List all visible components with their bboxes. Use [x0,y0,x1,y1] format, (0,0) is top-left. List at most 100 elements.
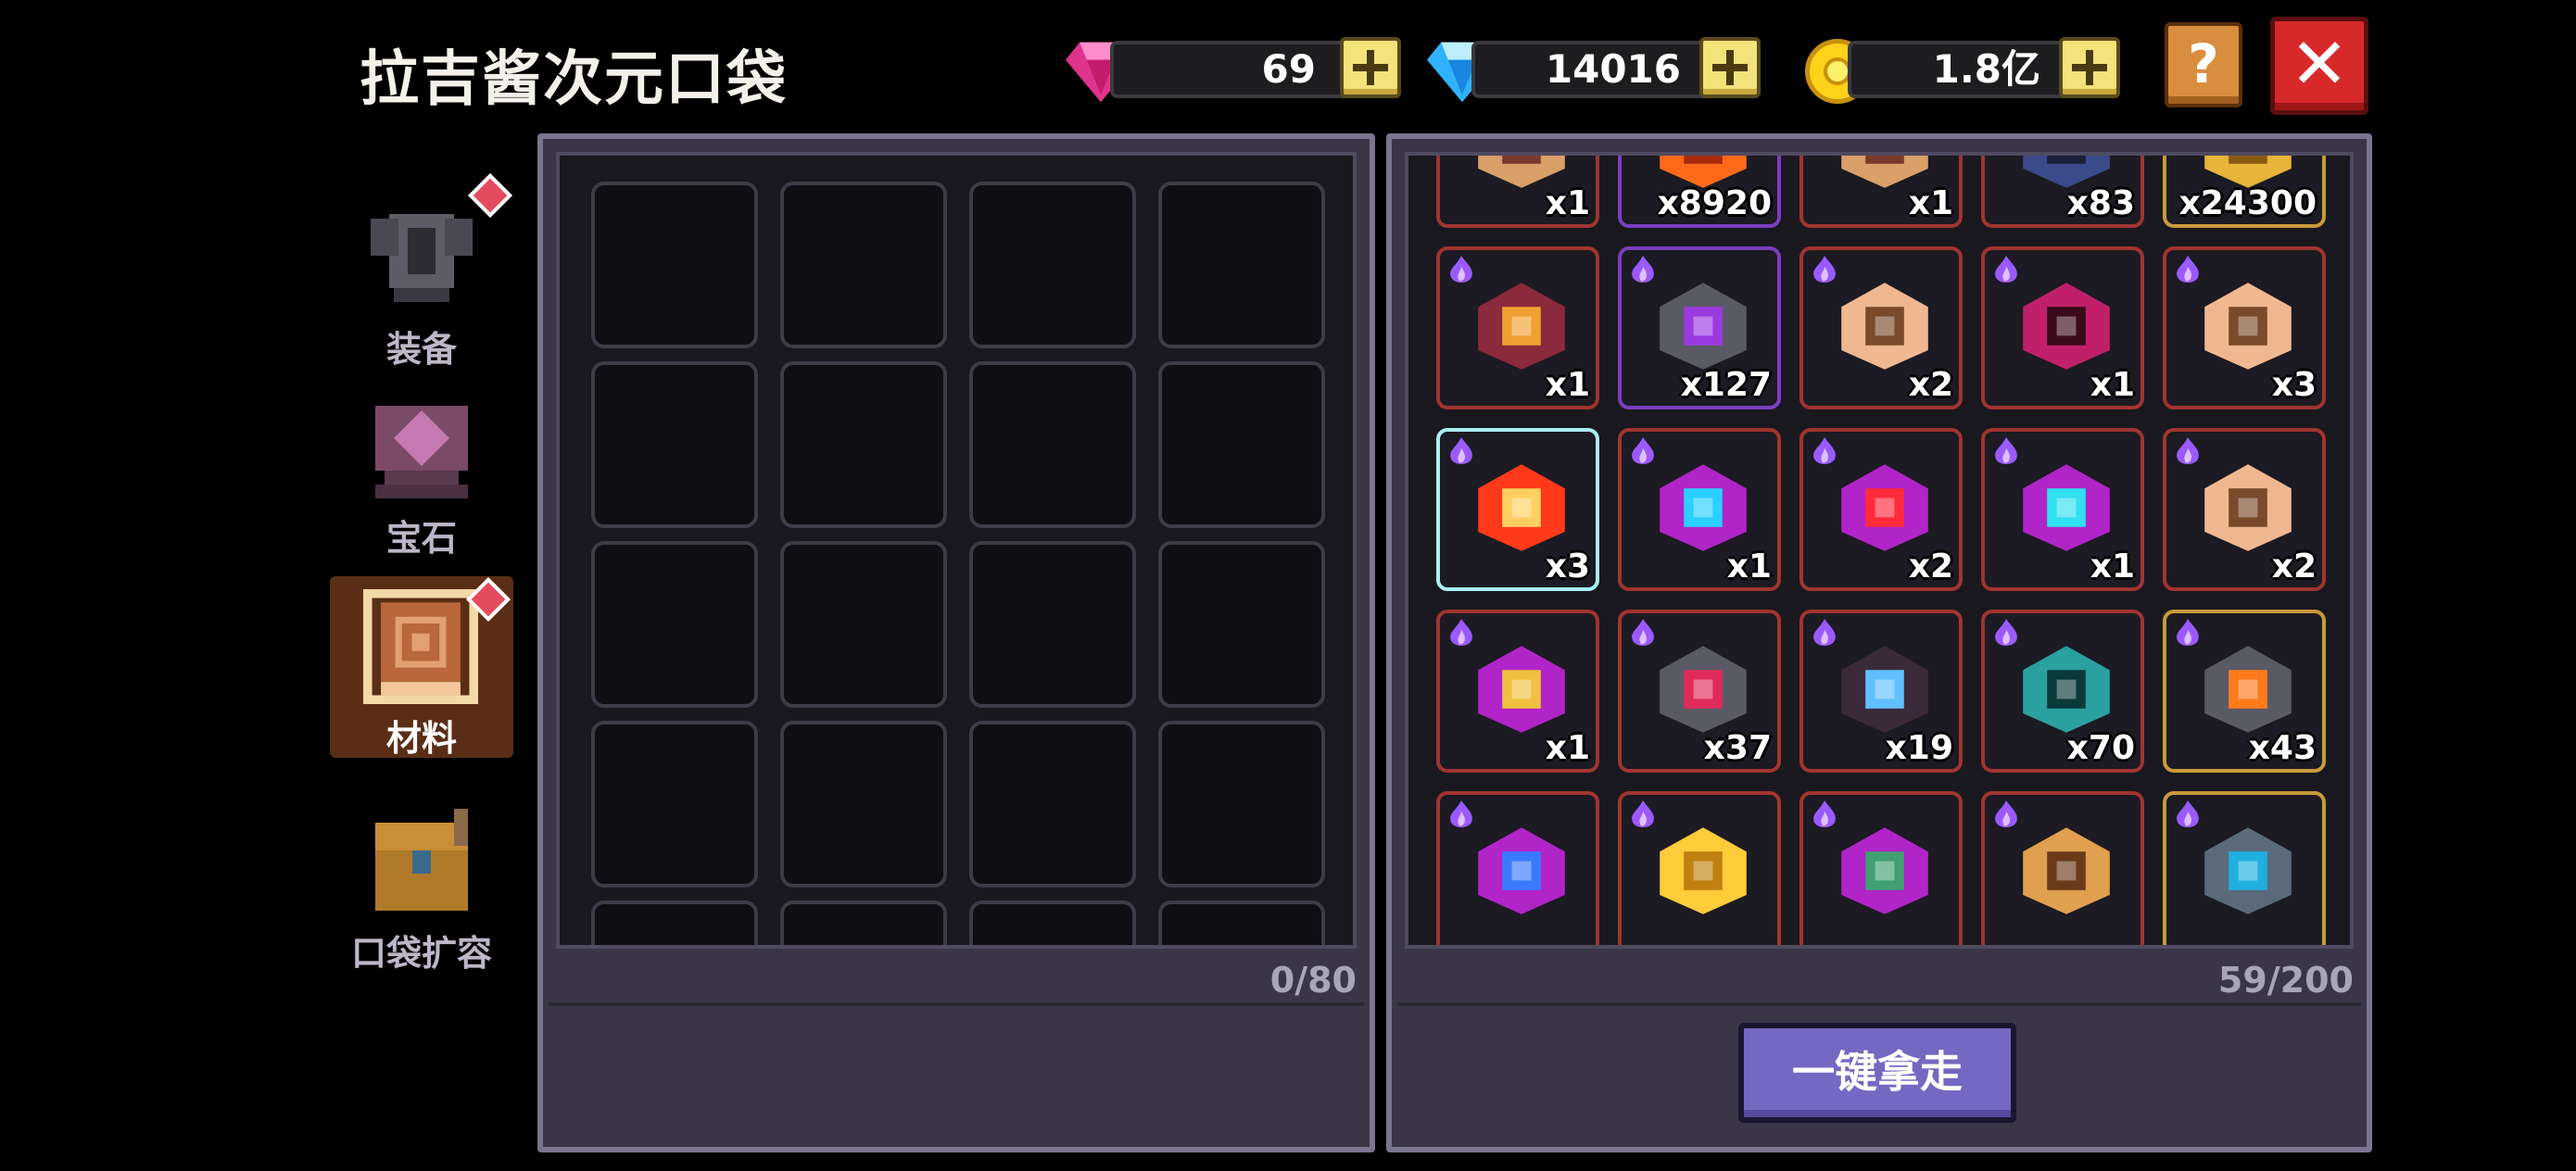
item-quantity: x3 [2271,366,2317,404]
inventory-item[interactable]: x8920 [1618,156,1781,228]
purple-flame-icon [1995,619,2017,647]
inventory-item[interactable]: x37 [1618,610,1781,773]
purple-flame-icon [1995,800,2017,828]
golden-figure-icon [2023,827,2110,914]
empty-slot[interactable] [780,182,947,348]
sidebar-tab-materials[interactable]: 材料 [330,576,513,759]
inventory-item[interactable]: x1 [1618,428,1781,591]
inventory-item[interactable]: x1 [1436,610,1599,773]
inventory-item[interactable]: x1 [1436,246,1599,409]
inventory-item[interactable]: x1 [1799,156,1963,228]
panel-divider [549,1002,1364,1006]
add-diamond-button[interactable] [1699,37,1761,98]
inventory-item[interactable]: x3 [2163,246,2326,409]
item-quantity: x43 [2248,729,2317,767]
help-button[interactable]: ? [2165,22,2242,107]
pocket-title: 拉吉酱次元口袋 [360,45,788,114]
close-button[interactable]: ✕ [2270,17,2368,115]
pocket-capacity: 0/80 [1269,960,1357,1001]
green-rune-cube-icon [1841,827,1928,914]
inventory-item[interactable]: x127 [1618,246,1781,409]
inventory-item[interactable]: x2 [1799,246,1963,409]
pink-gem-value: 69 [1261,46,1316,92]
add-pink-gem-button[interactable] [1340,37,1401,98]
spiral-stone-icon [2204,827,2292,914]
sidebar-tab-equipment[interactable]: 装备 [334,172,513,370]
item-quantity: x2 [1908,548,1953,586]
inventory-item[interactable]: x83 [1981,156,2144,228]
take-all-button[interactable]: 一键拿走 [1738,1023,2016,1123]
item-quantity: x1 [2090,548,2135,586]
item-quantity: x1 [1908,184,1953,222]
empty-slot[interactable] [1158,721,1325,888]
inventory-item[interactable]: x1 [1436,156,1599,228]
cyan-rune-cube-icon [2023,464,2110,551]
empty-slot[interactable] [780,361,947,528]
empty-slot[interactable] [1158,182,1325,348]
purple-flame-icon [1813,437,1836,465]
sidebar-label-gems: 宝石 [385,518,457,559]
empty-slot[interactable] [780,721,947,888]
gold-rune-cube-icon [1478,646,1565,733]
inventory-item[interactable] [1799,791,1963,945]
inventory-item[interactable]: x2 [2163,428,2326,591]
empty-slot[interactable] [969,361,1136,528]
inventory-item[interactable]: x2 [1799,428,1963,591]
item-quantity: x3 [1545,548,1590,586]
inventory-item[interactable]: x3 [1436,428,1599,591]
empty-slot[interactable] [591,721,758,888]
empty-slot[interactable] [969,541,1136,708]
empty-slot[interactable] [591,900,758,945]
storage-capacity: 59/200 [2217,960,2354,1001]
blue-diamond-value: 14016 [1545,46,1681,92]
inventory-item[interactable]: x1 [1981,246,2144,409]
purple-flame-icon [1450,800,1472,828]
inventory-item[interactable] [2163,791,2326,945]
empty-slot[interactable] [1158,900,1325,945]
empty-slot[interactable] [1158,541,1325,708]
blue-rune-cube-icon [1660,464,1747,551]
purple-flame-icon [2177,437,2199,465]
purple-flame-icon [1450,256,1472,283]
empty-slot[interactable] [780,900,947,945]
item-quantity: x37 [1703,729,1772,767]
inventory-item[interactable]: x19 [1799,610,1963,773]
empty-slot[interactable] [591,182,758,348]
empty-slot[interactable] [591,541,758,708]
sidebar-label-equipment: 装备 [385,329,457,370]
sidebar-tab-gems[interactable]: 宝石 [334,387,510,563]
item-quantity: x2 [1908,366,1953,404]
empty-slot[interactable] [969,182,1136,348]
inventory-item[interactable] [1436,791,1599,945]
inventory-item[interactable] [1981,791,2144,945]
inventory-item[interactable]: x1 [1981,428,2144,591]
purple-flame-icon [1632,256,1654,283]
add-coin-button[interactable] [2059,37,2120,98]
shadow-card-icon [1841,646,1928,733]
sidebar-tab-expand[interactable]: 口袋扩容 [334,804,510,980]
material-book-icon [363,589,478,704]
empty-slot[interactable] [1158,361,1325,528]
purple-flame-icon [1450,437,1472,465]
storage-grid: x1 x8920 x1 x83 x24300 x1 x127 x2 x1 x3 x3 x1 x2 x1 x2… [1405,152,2354,949]
item-quantity: x1 [1545,729,1590,767]
purple-flame-icon [1813,619,1836,647]
item-quantity: x24300 [2178,184,2317,222]
item-quantity: x1 [1545,366,1590,404]
empty-slot[interactable] [969,900,1136,945]
inventory-item[interactable] [1618,791,1781,945]
hero-portrait-icon [1841,283,1928,370]
purple-flame-icon [2177,619,2199,647]
item-quantity: x1 [1545,184,1590,222]
empty-slot[interactable] [969,721,1136,888]
inventory-item[interactable]: x43 [2163,610,2326,773]
purple-flame-icon [1632,437,1654,465]
purple-flame-icon [1813,800,1836,828]
inventory-item[interactable]: x24300 [2163,156,2326,228]
item-quantity: x8920 [1657,184,1772,222]
mystery-cube-icon [2023,283,2110,370]
empty-slot[interactable] [591,361,758,528]
empty-slot[interactable] [780,541,947,708]
inventory-item[interactable]: x70 [1981,610,2144,773]
armor-icon [371,214,473,302]
